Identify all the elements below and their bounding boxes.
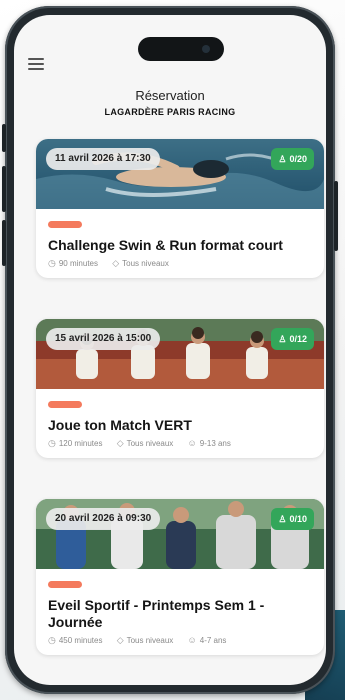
category-tag	[48, 221, 82, 228]
person-icon: ☺	[187, 438, 197, 448]
volume-down-button	[2, 220, 6, 266]
age-range: ☺ 9-13 ans	[187, 438, 231, 448]
duration: ◷ 90 minutes	[48, 258, 98, 268]
event-meta: ◷ 120 minutes ◇ Tous niveaux ☺ 9-13 ans	[48, 437, 312, 450]
event-image-swimmer: 11 avril 2026 à 17:30 ♙ 0/20	[36, 139, 324, 209]
clock-icon: ◷	[48, 635, 56, 645]
hamburger-menu-icon[interactable]	[28, 58, 44, 72]
event-image-tennis-kids: 15 avril 2026 à 15:00 ♙ 0/12	[36, 319, 324, 389]
participants-badge: ♙ 0/12	[271, 328, 314, 350]
event-card[interactable]: 11 avril 2026 à 17:30 ♙ 0/20 Challenge Sw…	[36, 139, 324, 278]
event-title: Eveil Sportif - Printemps Sem 1 - Journé…	[48, 597, 265, 630]
event-title: Joue ton Match VERT	[48, 417, 192, 433]
dynamic-island	[138, 37, 224, 61]
clock-icon: ◷	[48, 438, 56, 448]
level-diamond-icon: ◇	[116, 635, 124, 645]
volume-up-button	[2, 166, 6, 212]
event-image-kids-sport: 20 avril 2026 à 09:30 ♙ 0/10	[36, 499, 324, 569]
level: ◇ Tous niveaux	[116, 635, 174, 645]
page-title: Réservation	[135, 88, 205, 103]
group-icon: ♙	[278, 154, 287, 164]
person-icon: ☺	[187, 635, 197, 645]
level: ◇ Tous niveaux	[116, 438, 174, 448]
clock-icon: ◷	[48, 258, 56, 268]
participants-badge: ♙ 0/20	[271, 148, 314, 170]
club-name: LAGARDÈRE PARIS RACING	[104, 107, 236, 117]
event-title: Challenge Swin & Run format court	[48, 237, 283, 253]
group-icon: ♙	[278, 334, 287, 344]
category-tag	[48, 401, 82, 408]
phone-frame: Réservation LAGARDÈRE PARIS RACING 11 av…	[2, 6, 338, 694]
duration: ◷ 450 minutes	[48, 635, 103, 645]
category-tag	[48, 581, 82, 588]
level-diamond-icon: ◇	[112, 258, 120, 268]
level: ◇ Tous niveaux	[112, 258, 169, 268]
event-date: 15 avril 2026 à 15:00	[46, 328, 161, 350]
power-button	[334, 181, 338, 251]
camera-icon	[202, 45, 210, 53]
duration: ◷ 120 minutes	[48, 438, 103, 448]
level-diamond-icon: ◇	[116, 438, 124, 448]
mute-switch	[2, 124, 6, 152]
event-card[interactable]: 20 avril 2026 à 09:30 ♙ 0/10 Eveil Sporti…	[36, 499, 324, 655]
group-icon: ♙	[278, 514, 287, 524]
participants-badge: ♙ 0/10	[271, 508, 314, 530]
age-range: ☺ 4-7 ans	[187, 635, 227, 645]
app-screen: Réservation LAGARDÈRE PARIS RACING 11 av…	[14, 15, 326, 685]
event-meta: ◷ 90 minutes ◇ Tous niveaux	[48, 257, 312, 270]
event-date: 20 avril 2026 à 09:30	[46, 508, 161, 530]
event-meta: ◷ 450 minutes ◇ Tous niveaux ☺ 4-7 ans	[48, 634, 312, 647]
event-card[interactable]: 15 avril 2026 à 15:00 ♙ 0/12 Joue ton Mat…	[36, 319, 324, 458]
event-date: 11 avril 2026 à 17:30	[46, 148, 160, 170]
